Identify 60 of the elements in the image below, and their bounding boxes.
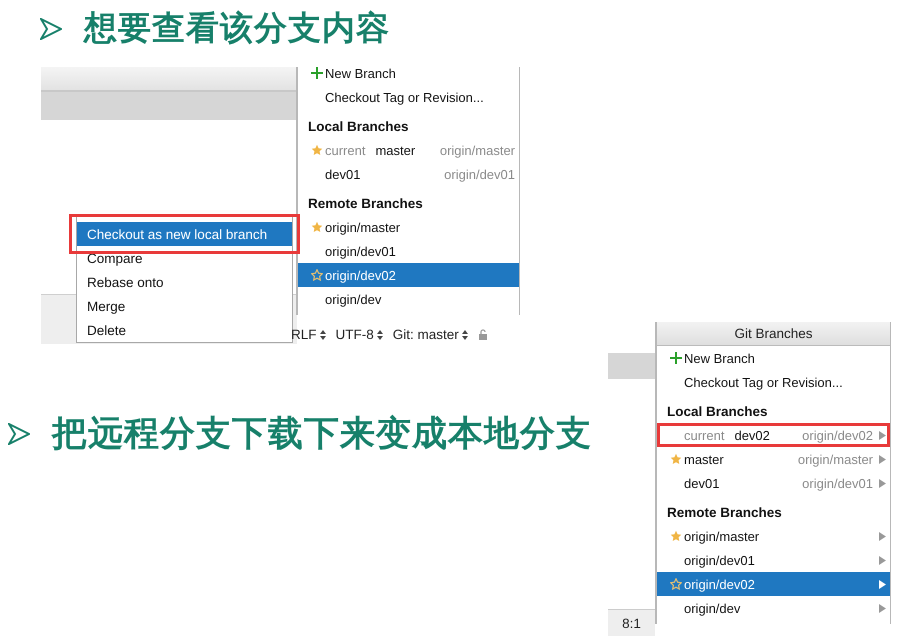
branch-item[interactable]: origin/dev02 bbox=[657, 572, 890, 596]
branch-name: master bbox=[375, 142, 416, 158]
branch-name: dev02 bbox=[734, 428, 770, 442]
branch-item[interactable]: current master origin/master bbox=[298, 138, 519, 162]
branch-item[interactable]: origin/dev bbox=[298, 287, 519, 311]
branch-name: origin/master bbox=[684, 528, 760, 544]
branch-name: master bbox=[684, 452, 724, 466]
menu-item[interactable]: New Branch bbox=[657, 346, 890, 370]
status-item[interactable]: RLF bbox=[291, 327, 326, 342]
up-down-arrows-icon bbox=[320, 330, 326, 340]
section-header: Local Branches bbox=[666, 403, 769, 421]
arrow-bullet-icon bbox=[40, 18, 62, 40]
branch-item[interactable]: origin/dev01 bbox=[298, 239, 519, 263]
branch-name: origin/dev02 bbox=[684, 576, 755, 592]
branch-name: origin/dev01 bbox=[684, 552, 755, 568]
branch-item[interactable]: origin/dev01 bbox=[657, 548, 890, 572]
lock-icon bbox=[478, 329, 488, 340]
menu-item[interactable]: Checkout Tag or Revision... bbox=[657, 370, 890, 394]
plus-icon bbox=[670, 352, 682, 364]
branch-name: origin/dev bbox=[325, 292, 382, 306]
section-header: Remote Branches bbox=[666, 504, 783, 522]
branch-item[interactable]: dev01 origin/dev01 bbox=[298, 162, 519, 186]
slide-heading: 想要查看该分支内容 bbox=[84, 7, 390, 49]
panel-header-background bbox=[608, 353, 658, 379]
slide-heading: 把远程分支下载下来变成本地分支 bbox=[52, 413, 592, 456]
branch-name: dev01 bbox=[325, 166, 360, 182]
tracking-branch: origin/dev01 bbox=[443, 166, 515, 182]
branch-name: origin/dev01 bbox=[325, 244, 396, 258]
star-outline-icon[interactable] bbox=[310, 269, 322, 281]
tracking-branch: origin/master bbox=[438, 142, 515, 158]
branch-name: dev01 bbox=[684, 476, 720, 490]
branch-item[interactable]: current dev02 origin/dev02 bbox=[657, 423, 890, 447]
tracking-branch: origin/dev02 bbox=[801, 428, 873, 442]
section-header: Local Branches bbox=[307, 118, 410, 136]
branch-item[interactable]: origin/dev02 bbox=[298, 263, 519, 287]
branch-name: origin/dev02 bbox=[325, 268, 396, 282]
branch-name: origin/dev bbox=[684, 600, 740, 616]
menu-item[interactable]: Checkout Tag or Revision... bbox=[298, 85, 519, 109]
menu-item[interactable]: New Branch bbox=[298, 67, 519, 85]
arrow-bullet-icon bbox=[8, 422, 30, 444]
star-outline-icon[interactable] bbox=[670, 578, 682, 590]
up-down-arrows-icon bbox=[462, 330, 468, 340]
branch-item[interactable]: origin/master bbox=[657, 524, 890, 548]
status-item[interactable]: UTF-8 bbox=[336, 327, 383, 342]
branch-item[interactable]: origin/master bbox=[298, 215, 519, 239]
tracking-branch: origin/master bbox=[796, 452, 873, 466]
branch-item[interactable]: origin/dev bbox=[657, 596, 890, 620]
plus-icon bbox=[310, 67, 322, 79]
tracking-branch: origin/dev01 bbox=[801, 476, 873, 490]
section-header: Remote Branches bbox=[307, 195, 424, 213]
current-label: current bbox=[325, 142, 366, 158]
popup-title: Git Branches bbox=[657, 322, 890, 346]
menu-item[interactable]: Checkout as new local branch bbox=[77, 222, 292, 246]
branch-name: origin/master bbox=[325, 220, 400, 234]
current-label: current bbox=[684, 428, 724, 442]
up-down-arrows-icon bbox=[376, 330, 383, 340]
branch-item[interactable]: master origin/master bbox=[657, 447, 890, 471]
status-text: 8:1 bbox=[622, 616, 641, 630]
branch-item[interactable]: dev01 origin/dev01 bbox=[657, 471, 890, 495]
status-item[interactable]: Git: master bbox=[392, 327, 468, 342]
